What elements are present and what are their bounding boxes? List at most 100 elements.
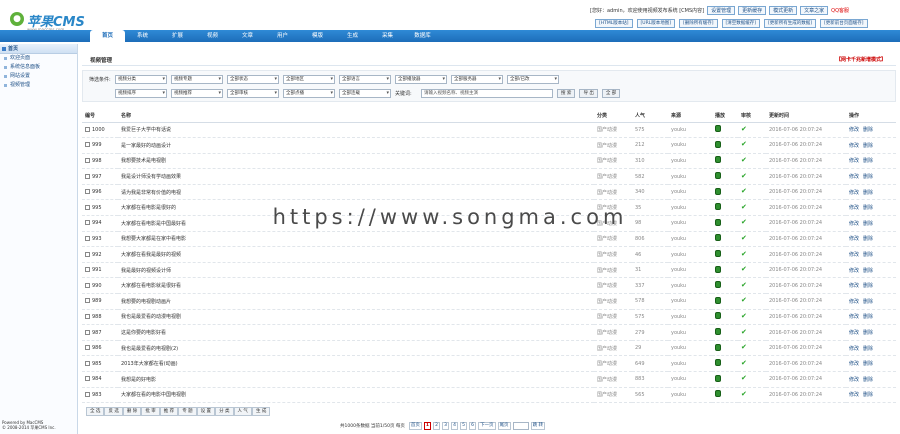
row-name[interactable]: 大家都在看电影是很好的 bbox=[118, 199, 594, 217]
audit-check-icon[interactable]: ✔ bbox=[741, 359, 747, 366]
play-status-icon[interactable] bbox=[715, 250, 721, 258]
nav-tab-article[interactable]: 文章 bbox=[230, 30, 265, 42]
delete-link[interactable]: 删除 bbox=[863, 330, 873, 336]
select-language[interactable]: 全部语言 bbox=[339, 75, 391, 84]
audit-check-icon[interactable]: ✔ bbox=[741, 344, 747, 351]
edit-link[interactable]: 修改 bbox=[849, 392, 859, 398]
row-checkbox[interactable] bbox=[85, 157, 90, 163]
audit-check-icon[interactable]: ✔ bbox=[741, 219, 747, 226]
row-name[interactable]: 我想要大家都是在家中看电影 bbox=[118, 231, 594, 248]
play-status-icon[interactable] bbox=[715, 296, 721, 304]
topbar-button[interactable]: 更新缓存 bbox=[738, 5, 767, 15]
bulk-recommend-button[interactable]: 推 荐 bbox=[159, 407, 179, 416]
bulk-hits-button[interactable]: 人 气 bbox=[233, 407, 252, 416]
edit-link[interactable]: 修改 bbox=[849, 346, 859, 352]
row-name[interactable]: 我也是最爱看的动漫电视剧 bbox=[118, 309, 594, 326]
delete-link[interactable]: 删除 bbox=[863, 190, 873, 196]
row-name[interactable]: 大家都在看电影就是很好看 bbox=[118, 277, 594, 295]
row-name[interactable]: 大家都在看我是最好的视频 bbox=[118, 246, 594, 263]
play-status-icon[interactable] bbox=[715, 187, 721, 195]
sidebar-item-welcome[interactable]: 欢迎页面 bbox=[0, 54, 77, 63]
export-button[interactable]: 导 出 bbox=[579, 89, 598, 98]
delete-link[interactable]: 删除 bbox=[863, 221, 873, 227]
audit-check-icon[interactable]: ✔ bbox=[741, 297, 747, 304]
row-name[interactable]: 请为我是非常有价值的电视 bbox=[118, 184, 594, 201]
row-checkbox[interactable] bbox=[85, 251, 90, 257]
edit-link[interactable]: 修改 bbox=[849, 299, 859, 305]
edit-link[interactable]: 修改 bbox=[849, 314, 859, 320]
row-checkbox[interactable] bbox=[85, 220, 90, 226]
play-status-icon[interactable] bbox=[715, 312, 721, 320]
row-checkbox[interactable] bbox=[85, 313, 90, 319]
bulk-generate-button[interactable]: 生 成 bbox=[251, 407, 271, 416]
select-player[interactable]: 全部播放器 bbox=[395, 75, 447, 84]
row-name[interactable]: 我想要技术是电视剧 bbox=[118, 153, 594, 170]
nav-tab-home[interactable]: 首页 bbox=[90, 30, 125, 42]
row-checkbox[interactable] bbox=[85, 298, 90, 304]
nav-tab-system[interactable]: 系统 bbox=[125, 30, 160, 42]
delete-link[interactable]: 删除 bbox=[863, 252, 873, 258]
column-header[interactable]: 编号 bbox=[82, 110, 118, 123]
page-last[interactable]: 尾页 bbox=[497, 422, 511, 430]
quick-action-button[interactable]: [URL版本地图] bbox=[636, 19, 675, 28]
play-status-icon[interactable] bbox=[715, 390, 721, 398]
edit-link[interactable]: 修改 bbox=[849, 127, 859, 133]
qq-service-link[interactable]: QQ客服 bbox=[831, 7, 849, 14]
bulk-delete-button[interactable]: 删 除 bbox=[122, 407, 142, 416]
play-status-icon[interactable] bbox=[715, 328, 721, 336]
column-header[interactable]: 人气 bbox=[632, 110, 668, 123]
column-header[interactable]: 审核 bbox=[738, 110, 766, 123]
topbar-button[interactable]: 设置管理 bbox=[707, 5, 736, 15]
audit-check-icon[interactable]: ✔ bbox=[741, 266, 747, 273]
nav-tab-database[interactable]: 数据库 bbox=[405, 30, 440, 42]
quick-action-button[interactable]: [删除所有缓存] bbox=[679, 19, 718, 28]
select-audit[interactable]: 全部审核 bbox=[227, 89, 279, 98]
edit-link[interactable]: 修改 bbox=[849, 190, 859, 196]
bulk-select-all-button[interactable]: 全 选 bbox=[86, 407, 105, 416]
play-status-icon[interactable] bbox=[715, 234, 721, 242]
sidebar-item-system-info[interactable]: 系统信息面板 bbox=[0, 63, 77, 72]
edit-link[interactable]: 修改 bbox=[849, 143, 859, 149]
page-number[interactable]: 2 bbox=[433, 422, 441, 430]
select-changed[interactable]: 全部/已改 bbox=[507, 75, 559, 84]
row-checkbox[interactable] bbox=[85, 329, 90, 335]
audit-check-icon[interactable]: ✔ bbox=[741, 375, 747, 382]
row-name[interactable]: 我爱巨子大学中有话说 bbox=[118, 122, 594, 139]
delete-link[interactable]: 删除 bbox=[863, 377, 873, 383]
row-name[interactable]: 我是设计师没有学动画效果 bbox=[118, 168, 594, 185]
row-checkbox[interactable] bbox=[85, 345, 90, 351]
audit-check-icon[interactable]: ✔ bbox=[741, 125, 747, 132]
row-name[interactable]: 我也是最爱看的电视剧(2) bbox=[118, 340, 594, 357]
delete-link[interactable]: 删除 bbox=[863, 158, 873, 164]
edit-link[interactable]: 修改 bbox=[849, 158, 859, 164]
edit-link[interactable]: 修改 bbox=[849, 330, 859, 336]
play-status-icon[interactable] bbox=[715, 374, 721, 382]
audit-check-icon[interactable]: ✔ bbox=[741, 141, 747, 148]
topbar-button[interactable]: 文章之家 bbox=[800, 5, 829, 15]
sidebar-header[interactable]: 首页 bbox=[0, 44, 77, 54]
quick-action-button[interactable]: [清空数据缓存] bbox=[721, 19, 761, 28]
select-vod[interactable]: 全部点播 bbox=[283, 89, 335, 98]
delete-link[interactable]: 删除 bbox=[863, 127, 873, 133]
play-status-icon[interactable] bbox=[715, 140, 721, 148]
bulk-topic-button[interactable]: 专 题 bbox=[178, 407, 197, 416]
select-sort[interactable]: 视频排序 bbox=[115, 89, 167, 98]
row-name[interactable]: 大家都在看的电影中国电视剧 bbox=[118, 387, 594, 404]
audit-check-icon[interactable]: ✔ bbox=[741, 156, 747, 163]
select-area[interactable]: 全部地区 bbox=[283, 75, 335, 84]
edit-link[interactable]: 修改 bbox=[849, 377, 859, 383]
bulk-settings-button[interactable]: 设 置 bbox=[196, 407, 216, 416]
bulk-invert-button[interactable]: 反 选 bbox=[104, 407, 123, 416]
select-category[interactable]: 视频分类 bbox=[115, 75, 167, 84]
audit-check-icon[interactable]: ✔ bbox=[741, 390, 747, 397]
nav-tab-template[interactable]: 模版 bbox=[300, 30, 335, 42]
all-button[interactable]: 全 部 bbox=[601, 89, 621, 98]
edit-link[interactable]: 修改 bbox=[849, 205, 859, 211]
quick-action-button[interactable]: [更新所有生成的数据] bbox=[764, 19, 817, 28]
column-header[interactable]: 分类 bbox=[594, 110, 632, 123]
page-number[interactable]: 5 bbox=[460, 422, 468, 430]
delete-link[interactable]: 删除 bbox=[863, 268, 873, 274]
delete-link[interactable]: 删除 bbox=[863, 361, 873, 367]
delete-link[interactable]: 删除 bbox=[863, 236, 873, 242]
column-header[interactable]: 名称 bbox=[118, 110, 594, 123]
